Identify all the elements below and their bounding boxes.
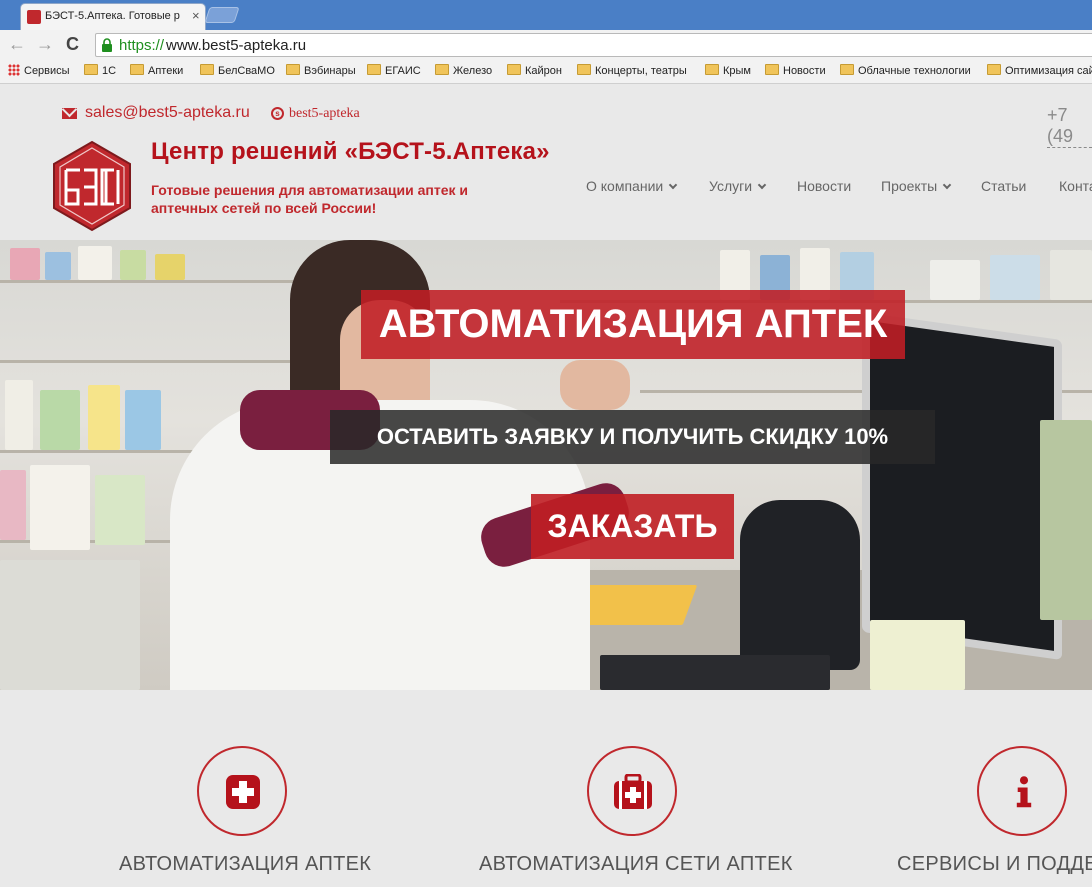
folder-icon bbox=[705, 64, 719, 75]
chevron-down-icon bbox=[942, 180, 952, 190]
nav-item-contacts[interactable]: Конта bbox=[1059, 178, 1092, 194]
nav-item-projects[interactable]: Проекты bbox=[881, 178, 952, 194]
features-section: АВТОМАТИЗАЦИЯ АПТЕК АВТОМАТИЗАЦИЯ СЕТИ А… bbox=[0, 690, 1092, 887]
bookmark-folder[interactable]: Аптеки bbox=[130, 64, 183, 77]
folder-icon bbox=[130, 64, 144, 75]
bookmark-folder[interactable]: Крым bbox=[705, 64, 751, 77]
bookmark-folder[interactable]: Концерты, театры bbox=[577, 64, 687, 77]
info-icon bbox=[1016, 776, 1032, 808]
folder-icon bbox=[840, 64, 854, 75]
browser-tab-bar: БЭСТ-5.Аптека. Готовые р × bbox=[0, 0, 1092, 30]
browser-tab[interactable]: БЭСТ-5.Аптека. Готовые р × bbox=[20, 3, 206, 30]
bookmark-folder[interactable]: Вэбинары bbox=[286, 64, 356, 77]
bookmark-folder[interactable]: 1С bbox=[84, 64, 116, 77]
feature-card-network[interactable] bbox=[587, 746, 677, 836]
feature-title[interactable]: СЕРВИСЫ И ПОДДЕ bbox=[897, 853, 1092, 876]
contact-phone[interactable]: +7 (49 bbox=[1047, 105, 1092, 148]
first-aid-kit-icon bbox=[614, 774, 652, 809]
browser-toolbar: ← → C https:// www.best5-apteka.ru bbox=[0, 30, 1092, 60]
company-name[interactable]: Центр решений «БЭСТ-5.Аптека» bbox=[151, 138, 550, 166]
folder-icon bbox=[84, 64, 98, 75]
folder-icon bbox=[577, 64, 591, 75]
site-favicon-icon bbox=[27, 10, 41, 24]
folder-icon bbox=[507, 64, 521, 75]
folder-icon bbox=[367, 64, 381, 75]
folder-icon bbox=[987, 64, 1001, 75]
bookmark-apps[interactable]: Сервисы bbox=[8, 64, 70, 77]
feature-card-pharmacy[interactable] bbox=[197, 746, 287, 836]
bookmark-folder[interactable]: Кайрон bbox=[507, 64, 562, 77]
hero-banner: АВТОМАТИЗАЦИЯ АПТЕК ОСТАВИТЬ ЗАЯВКУ И ПО… bbox=[0, 240, 1092, 690]
site-header: sales@best5-apteka.ru s best5-apteka +7 … bbox=[0, 85, 1092, 240]
url-host: www.best5-apteka.ru bbox=[166, 37, 307, 54]
url-protocol: https:// bbox=[119, 37, 165, 54]
contact-skype-link[interactable]: best5-apteka bbox=[289, 106, 360, 122]
bookmark-folder[interactable]: Железо bbox=[435, 64, 492, 77]
company-tagline: Готовые решения для автоматизации аптек … bbox=[151, 182, 468, 216]
chevron-down-icon bbox=[668, 180, 678, 190]
feature-title[interactable]: АВТОМАТИЗАЦИЯ АПТЕК bbox=[119, 853, 371, 876]
bookmarks-bar: Сервисы 1С Аптеки БелСваМО Вэбинары ЕГАИ… bbox=[0, 60, 1092, 84]
lock-icon bbox=[102, 38, 112, 52]
envelope-icon bbox=[62, 108, 77, 119]
folder-icon bbox=[200, 64, 214, 75]
folder-icon bbox=[435, 64, 449, 75]
nav-item-about[interactable]: О компании bbox=[586, 178, 678, 194]
contact-email-link[interactable]: sales@best5-apteka.ru bbox=[85, 104, 250, 122]
bookmark-folder[interactable]: ЕГАИС bbox=[367, 64, 421, 77]
forward-arrow-icon[interactable]: → bbox=[36, 34, 54, 54]
tab-title: БЭСТ-5.Аптека. Готовые р bbox=[45, 10, 180, 22]
nav-item-services[interactable]: Услуги bbox=[709, 178, 767, 194]
bookmark-folder[interactable]: БелСваМО bbox=[200, 64, 275, 77]
hero-subtitle: ОСТАВИТЬ ЗАЯВКУ И ПОЛУЧИТЬ СКИДКУ 10% bbox=[330, 410, 935, 464]
nav-item-articles[interactable]: Статьи bbox=[981, 178, 1026, 194]
reload-icon[interactable]: C bbox=[66, 34, 79, 54]
new-tab-button[interactable] bbox=[204, 7, 240, 23]
tab-close-icon[interactable]: × bbox=[192, 8, 200, 23]
nav-item-news[interactable]: Новости bbox=[797, 178, 851, 194]
bookmark-folder[interactable]: Облачные технологии bbox=[840, 64, 971, 77]
bestm-logo-icon[interactable] bbox=[52, 140, 132, 232]
feature-card-services[interactable] bbox=[977, 746, 1067, 836]
bookmark-folder[interactable]: Новости bbox=[765, 64, 826, 77]
folder-icon bbox=[286, 64, 300, 75]
chevron-down-icon bbox=[757, 180, 767, 190]
back-arrow-icon[interactable]: ← bbox=[8, 34, 26, 54]
feature-title[interactable]: АВТОМАТИЗАЦИЯ СЕТИ АПТЕК bbox=[479, 853, 793, 876]
skype-icon: s bbox=[271, 107, 284, 120]
folder-icon bbox=[765, 64, 779, 75]
medical-cross-icon bbox=[226, 775, 260, 809]
bookmark-folder[interactable]: Оптимизация сай bbox=[987, 64, 1092, 77]
address-bar[interactable]: https:// www.best5-apteka.ru bbox=[95, 33, 1092, 57]
order-button[interactable]: ЗАКАЗАТЬ bbox=[531, 494, 734, 559]
hero-title: АВТОМАТИЗАЦИЯ АПТЕК bbox=[361, 290, 905, 359]
apps-grid-icon bbox=[8, 64, 20, 76]
